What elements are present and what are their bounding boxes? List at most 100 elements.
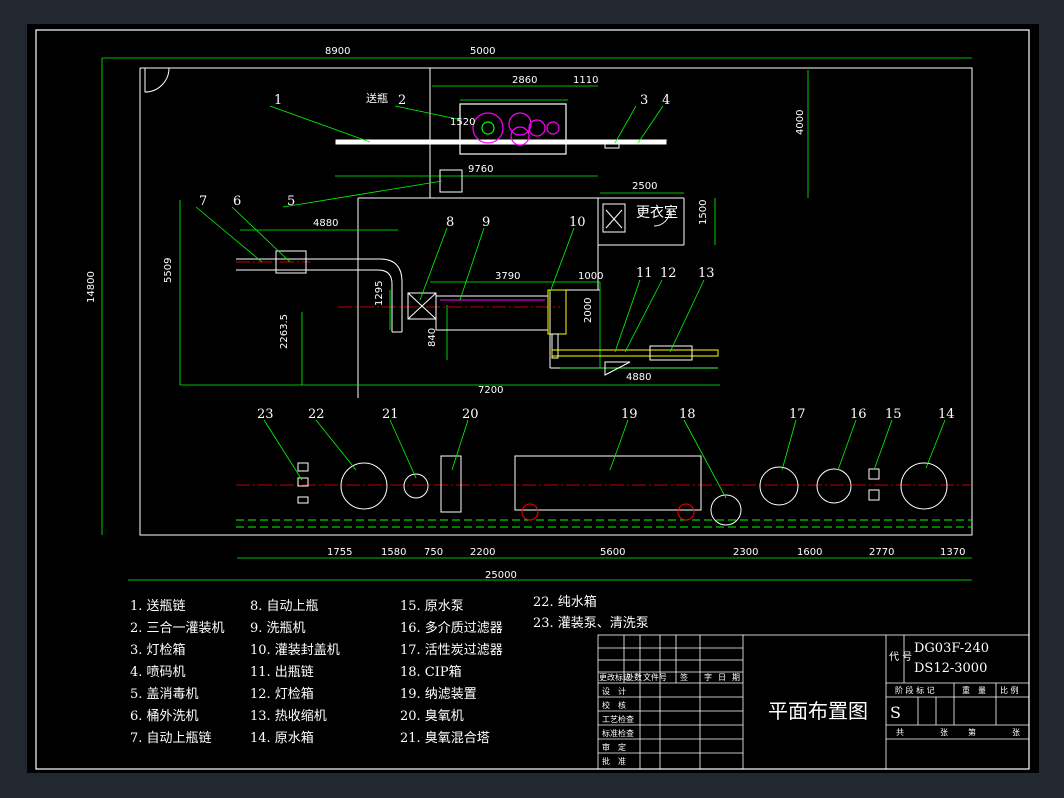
dim-5000: 5000 [470,46,495,57]
dim-2200: 2200 [470,547,495,558]
dim-1600: 1600 [797,547,822,558]
drawing-title: 平面布置图 [768,699,868,723]
sign-row-0: 设 计 [602,686,626,696]
legend-item-18: 18. CIP箱 [400,664,462,680]
legend-item-7: 7. 自动上瓶链 [130,731,212,746]
sheet-total-label: 共 [896,728,904,737]
callout-8: 8 [446,215,454,230]
callout-5: 5 [287,194,295,209]
dim-1295: 1295 [374,281,385,306]
callout-4: 4 [662,93,670,108]
callout-6: 6 [233,194,241,209]
dim-1500: 1500 [698,200,709,225]
callout-7: 7 [199,194,207,209]
dim-2000: 2000 [583,298,594,323]
code-label: 代 号 [889,651,912,663]
dim-1370: 1370 [940,547,965,558]
sign-row-3: 标准检查 [602,728,634,738]
legend-item-4: 4. 喷码机 [130,665,186,680]
callout-17: 17 [789,407,806,422]
callout-14: 14 [938,407,955,422]
dim-25000: 25000 [485,570,517,581]
rev-header-4: 字 [704,672,712,682]
dim-14800: 14800 [86,271,97,303]
dim-1000: 1000 [578,271,603,282]
legend-item-9: 9. 洗瓶机 [250,621,306,636]
dim-8900: 8900 [325,46,350,57]
legend-item-21: 21. 臭氧混合塔 [400,731,490,746]
callout-15: 15 [885,407,902,422]
dim-4880-b: 4880 [626,372,651,383]
legend-item-23: 23. 灌装泵、清洗泵 [533,616,649,631]
rev-header-5: 日 [718,673,726,682]
sign-row-4: 审 定 [602,742,626,752]
dim-2263: 2263.5 [279,314,290,349]
callout-18: 18 [679,407,696,422]
drawing-canvas [27,24,1039,773]
dim-2300: 2300 [733,547,758,558]
dim-4880-a: 4880 [313,218,338,229]
dim-750: 750 [424,547,443,558]
legend-item-20: 20. 臭氧机 [400,709,464,724]
rev-header-3: 签 [680,672,688,682]
rev-header-6: 期 [732,673,740,682]
callout-13: 13 [698,266,715,281]
callout-19: 19 [621,407,638,422]
callout-3: 3 [640,93,648,108]
callout-10: 10 [569,215,586,230]
legend-item-5: 5. 盖消毒机 [130,687,199,702]
legend-item-1: 1. 送瓶链 [130,599,186,614]
legend-item-19: 19. 纳滤装置 [400,687,477,702]
legend-item-14: 14. 原水箱 [250,730,314,746]
callout-2: 2 [398,93,406,108]
legend-item-6: 6. 桶外洗机 [130,709,199,724]
sign-row-2: 工艺检查 [602,714,634,724]
callout-16: 16 [850,407,867,422]
callout-12: 12 [660,266,677,281]
dim-1580: 1580 [381,547,406,558]
callout-22: 22 [308,407,325,422]
legend-item-10: 10. 灌装封盖机 [250,643,340,658]
legend-item-13: 13. 热收缩机 [250,708,327,724]
callout-20: 20 [462,407,479,422]
dim-2860: 2860 [512,75,537,86]
callout-9: 9 [482,215,490,230]
callout-1: 1 [274,93,282,108]
dim-840: 840 [427,328,438,347]
rev-header-1: 处数 [626,672,642,682]
meta-header-scale: 比 例 [1000,685,1019,695]
sign-row-1: 校 核 [602,700,626,710]
cad-drawing: 8900 5000 2860 1110 1520 4000 9760 2500 … [27,24,1039,773]
dim-1755: 1755 [327,547,352,558]
dim-1110: 1110 [573,75,598,86]
dim-7200: 7200 [478,385,503,396]
legend-item-12: 12. 灯检箱 [250,686,314,702]
drawing-code-2: DS12-3000 [914,661,987,676]
legend-item-22: 22. 纯水箱 [533,594,597,610]
legend-item-8: 8. 自动上瓶 [250,599,319,614]
dim-3790: 3790 [495,271,520,282]
dim-2500: 2500 [632,181,657,192]
dim-1520: 1520 [450,117,475,128]
meta-header-weight: 重 量 [962,685,986,695]
callout-23: 23 [257,407,274,422]
drawing-code-1: DG03F-240 [914,641,989,656]
dim-5509: 5509 [163,258,174,283]
meta-header-stage: 阶 段 标 记 [895,685,935,695]
dim-2770: 2770 [869,547,894,558]
sign-row-5: 批 准 [602,756,626,766]
label-changing-room: 更衣室 [636,204,678,221]
dim-5600: 5600 [600,547,625,558]
dim-4000: 4000 [795,110,806,135]
label-songping: 送瓶 [366,91,388,105]
legend-item-11: 11. 出瓶链 [250,665,314,680]
sheet-total-unit: 张 [940,728,948,737]
dim-9760: 9760 [468,164,493,175]
rev-header-2: 文件号 [643,672,667,682]
callout-11: 11 [636,266,653,281]
callout-21: 21 [382,407,399,422]
stage-mark: S [890,703,901,722]
legend-item-3: 3. 灯检箱 [130,642,186,658]
legend-item-15: 15. 原水泵 [400,599,464,614]
sheet-index-unit: 张 [1012,728,1020,737]
